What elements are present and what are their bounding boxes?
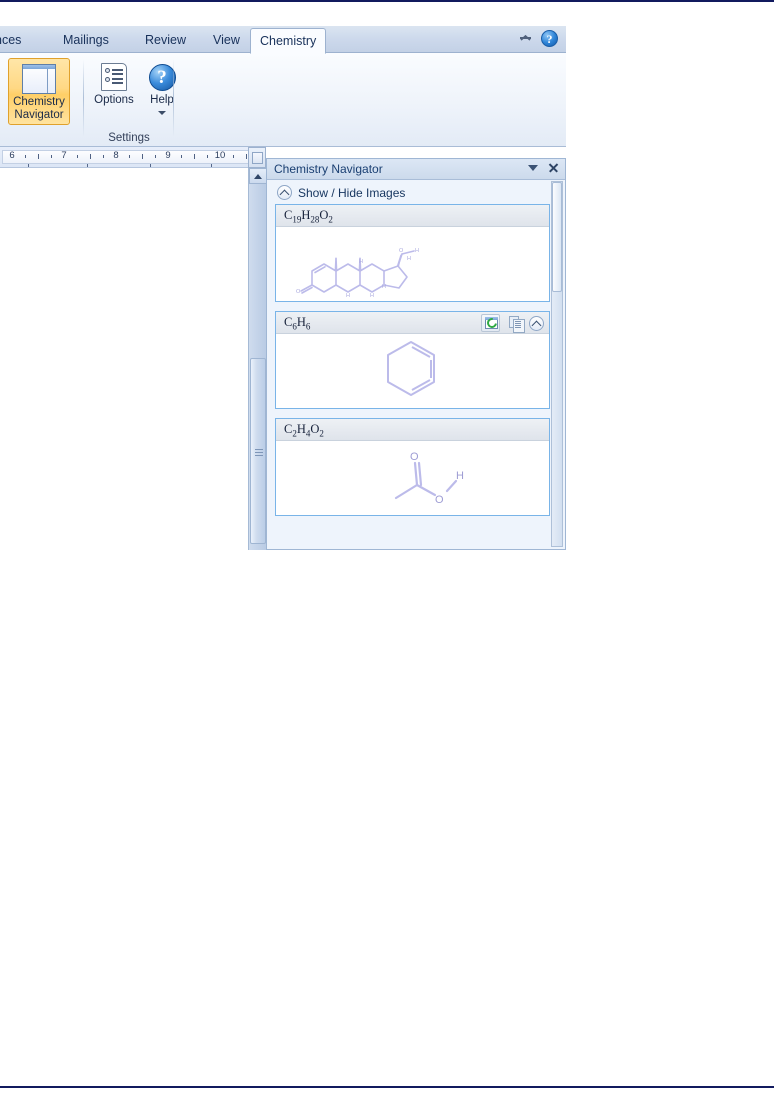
tab-selector-icon bbox=[252, 152, 263, 164]
options-button[interactable]: Options bbox=[86, 58, 142, 110]
molecule-card-header: C6H6 bbox=[276, 312, 549, 334]
help-icon[interactable]: ? bbox=[541, 30, 558, 47]
tab-view[interactable]: View bbox=[204, 29, 249, 53]
svg-text:H: H bbox=[407, 256, 411, 262]
molecule-structure bbox=[276, 334, 549, 408]
scrollbar-thumb[interactable] bbox=[250, 358, 266, 544]
show-hide-images-label: Show / Hide Images bbox=[298, 185, 406, 200]
document-scrollbar[interactable] bbox=[248, 168, 267, 550]
svg-text:H: H bbox=[370, 293, 374, 299]
ruler-corner-button[interactable] bbox=[248, 147, 266, 168]
svg-text:O: O bbox=[410, 451, 419, 463]
molecule-card-header: C2H4O2 bbox=[276, 419, 549, 441]
chemistry-navigator-pane: Chemistry Navigator Show / Hide Images C… bbox=[266, 158, 566, 550]
molecule-structure: O O H bbox=[276, 441, 549, 515]
ruler-tick-label: 6 bbox=[9, 150, 15, 161]
ribbon-window-buttons: ? bbox=[518, 30, 558, 47]
horizontal-ruler[interactable]: 6 7 8 9 10 bbox=[0, 147, 258, 168]
svg-text:O: O bbox=[435, 494, 444, 506]
show-hide-images-row[interactable]: Show / Hide Images bbox=[277, 185, 405, 200]
ruler-tick-label: 9 bbox=[165, 150, 171, 161]
svg-text:H: H bbox=[382, 284, 386, 290]
molecule-card-list[interactable]: C19H28O2 O O H H H H H H C6H6 C2H4O2 O O… bbox=[275, 204, 550, 541]
chemistry-navigator-button[interactable]: Chemistry Navigator bbox=[8, 58, 70, 125]
svg-text:O: O bbox=[296, 289, 301, 295]
scrollbar-grip-icon bbox=[255, 447, 263, 456]
options-document-icon bbox=[101, 63, 127, 91]
caret-down-icon[interactable] bbox=[528, 164, 538, 171]
group-separator bbox=[173, 59, 174, 137]
tab-mailings[interactable]: Mailings bbox=[54, 29, 118, 53]
molecule-card[interactable]: C6H6 bbox=[275, 311, 550, 409]
pane-title-label: Chemistry Navigator bbox=[274, 162, 383, 176]
molecule-card-header: C19H28O2 bbox=[276, 205, 549, 227]
pane-title-bar: Chemistry Navigator bbox=[267, 159, 565, 180]
svg-text:H: H bbox=[346, 293, 350, 299]
molecule-formula: C19H28O2 bbox=[284, 208, 333, 225]
tab-chemistry[interactable]: Chemistry bbox=[250, 28, 327, 54]
scroll-up-arrow-icon[interactable] bbox=[249, 168, 267, 184]
molecule-card[interactable]: C2H4O2 O O H bbox=[275, 418, 550, 516]
ribbon-body: Chemistry Navigator Options ? Help Setti… bbox=[0, 53, 566, 147]
close-icon[interactable] bbox=[548, 162, 559, 173]
pane-title-actions bbox=[528, 162, 559, 173]
page-rule-top bbox=[0, 0, 774, 2]
svg-text:H: H bbox=[359, 259, 363, 265]
window-pane-icon bbox=[22, 64, 56, 94]
molecule-card-tools bbox=[481, 314, 544, 333]
page-rule-bottom bbox=[0, 1086, 774, 1088]
ruler-tick-label: 8 bbox=[113, 150, 119, 161]
molecule-formula: C2H4O2 bbox=[284, 422, 324, 439]
pane-scrollbar[interactable] bbox=[551, 181, 563, 547]
ruler-tick-label: 10 bbox=[214, 150, 226, 161]
tab-review[interactable]: Review bbox=[136, 29, 195, 53]
chevron-up-icon[interactable] bbox=[518, 31, 533, 46]
tab-references[interactable]: nces bbox=[0, 29, 30, 53]
svg-text:O: O bbox=[399, 248, 404, 254]
chevron-up-circle-icon[interactable] bbox=[277, 185, 292, 200]
ribbon-tab-bar: nces Mailings Review View Chemistry ? bbox=[0, 26, 566, 54]
help-button[interactable]: ? Help bbox=[140, 58, 184, 115]
ribbon-group-chemistry-navigator: Chemistry Navigator bbox=[0, 53, 84, 146]
chemistry-navigator-label-line2: Navigator bbox=[14, 108, 64, 121]
collapse-icon[interactable] bbox=[529, 315, 544, 331]
document-canvas[interactable] bbox=[0, 168, 248, 550]
help-icon: ? bbox=[148, 64, 176, 91]
pane-scrollbar-thumb[interactable] bbox=[552, 182, 562, 292]
svg-text:H: H bbox=[456, 470, 464, 482]
application-window: nces Mailings Review View Chemistry ? Ch… bbox=[0, 26, 566, 550]
options-label: Options bbox=[94, 94, 134, 106]
copy-icon[interactable] bbox=[505, 314, 525, 333]
chevron-down-icon[interactable] bbox=[158, 110, 166, 115]
molecule-structure: O O H H H H H H bbox=[276, 227, 549, 301]
settings-group-label: Settings bbox=[108, 132, 150, 144]
svg-text:H: H bbox=[415, 248, 419, 254]
molecule-card[interactable]: C19H28O2 O O H H H H H H bbox=[275, 204, 550, 302]
molecule-formula: C6H6 bbox=[284, 315, 311, 332]
help-label: Help bbox=[150, 94, 174, 106]
ruler-tick-label: 7 bbox=[61, 150, 67, 161]
insert-structure-icon[interactable] bbox=[481, 314, 500, 332]
ribbon-group-settings: Options ? Help Settings bbox=[84, 53, 176, 146]
